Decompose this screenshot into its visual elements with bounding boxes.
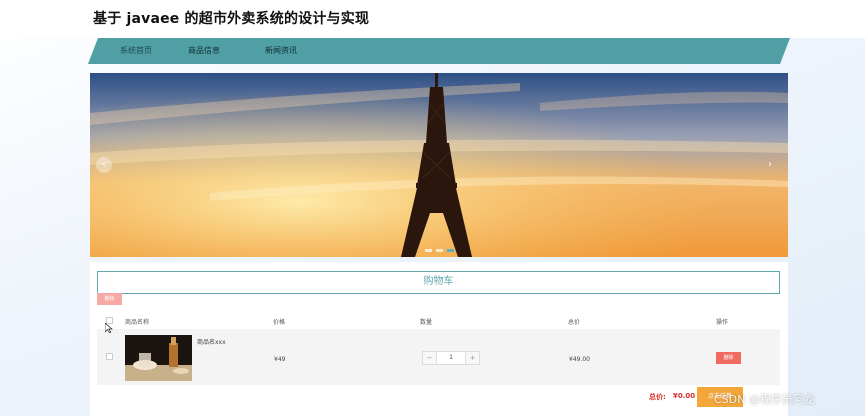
row-subtotal: ¥49.00 [569,356,590,363]
quantity-stepper: − 1 + [422,351,480,365]
column-header-name: 商品名称 [125,319,150,326]
mouse-cursor-icon [105,323,113,333]
row-delete-button[interactable]: 删除 [716,352,741,364]
chevron-right-icon[interactable]: › [762,157,778,173]
quantity-value[interactable]: 1 [437,352,465,364]
total-value: ¥0.00 [673,392,696,400]
carousel-dot-active[interactable] [447,249,454,252]
delete-selected-button[interactable]: 删除 [97,293,122,305]
carousel-dot[interactable] [436,249,443,252]
chevron-left-icon[interactable]: ‹ [96,157,112,173]
watermark: CSDN @程序员阿龙 [714,393,815,406]
cart-table-header: 商品名称 价格 数量 总价 操作 [97,314,780,329]
column-header-total: 总价 [568,319,581,326]
carousel-indicators [425,249,454,252]
nav-item-goods[interactable]: 商品信息 [188,45,220,56]
column-header-action: 操作 [716,319,729,326]
plus-icon[interactable]: + [465,352,479,364]
carousel-dot[interactable] [425,249,432,252]
column-header-quantity: 数量 [420,319,433,326]
site-title: 基于 javaee 的超市外卖系统的设计与实现 [93,11,370,27]
column-header-price: 价格 [273,319,286,326]
nav-item-home[interactable]: 系统首页 [120,45,152,56]
nav-item-news[interactable]: 新闻资讯 [265,45,297,56]
main-nav: 系统首页 商品信息 新闻资讯 [88,38,790,64]
cart-title: 购物车 [97,271,780,294]
cart-row: 商品名xxx ¥49 − 1 + ¥49.00 删除 [97,329,780,385]
product-name[interactable]: 商品名xxx [197,337,226,346]
banner-image [90,73,788,257]
product-image[interactable] [125,335,192,381]
banner-carousel[interactable]: ‹ › [90,73,788,257]
product-price: ¥49 [274,356,286,363]
row-checkbox[interactable] [106,353,113,360]
minus-icon[interactable]: − [423,352,437,364]
cart-panel: 购物车 删除 商品名称 价格 数量 总价 操作 商品名xxx ¥49 − 1 +… [90,262,788,416]
total-label: 总价: [649,393,666,401]
header-bar: 基于 javaee 的超市外卖系统的设计与实现 [0,0,865,38]
